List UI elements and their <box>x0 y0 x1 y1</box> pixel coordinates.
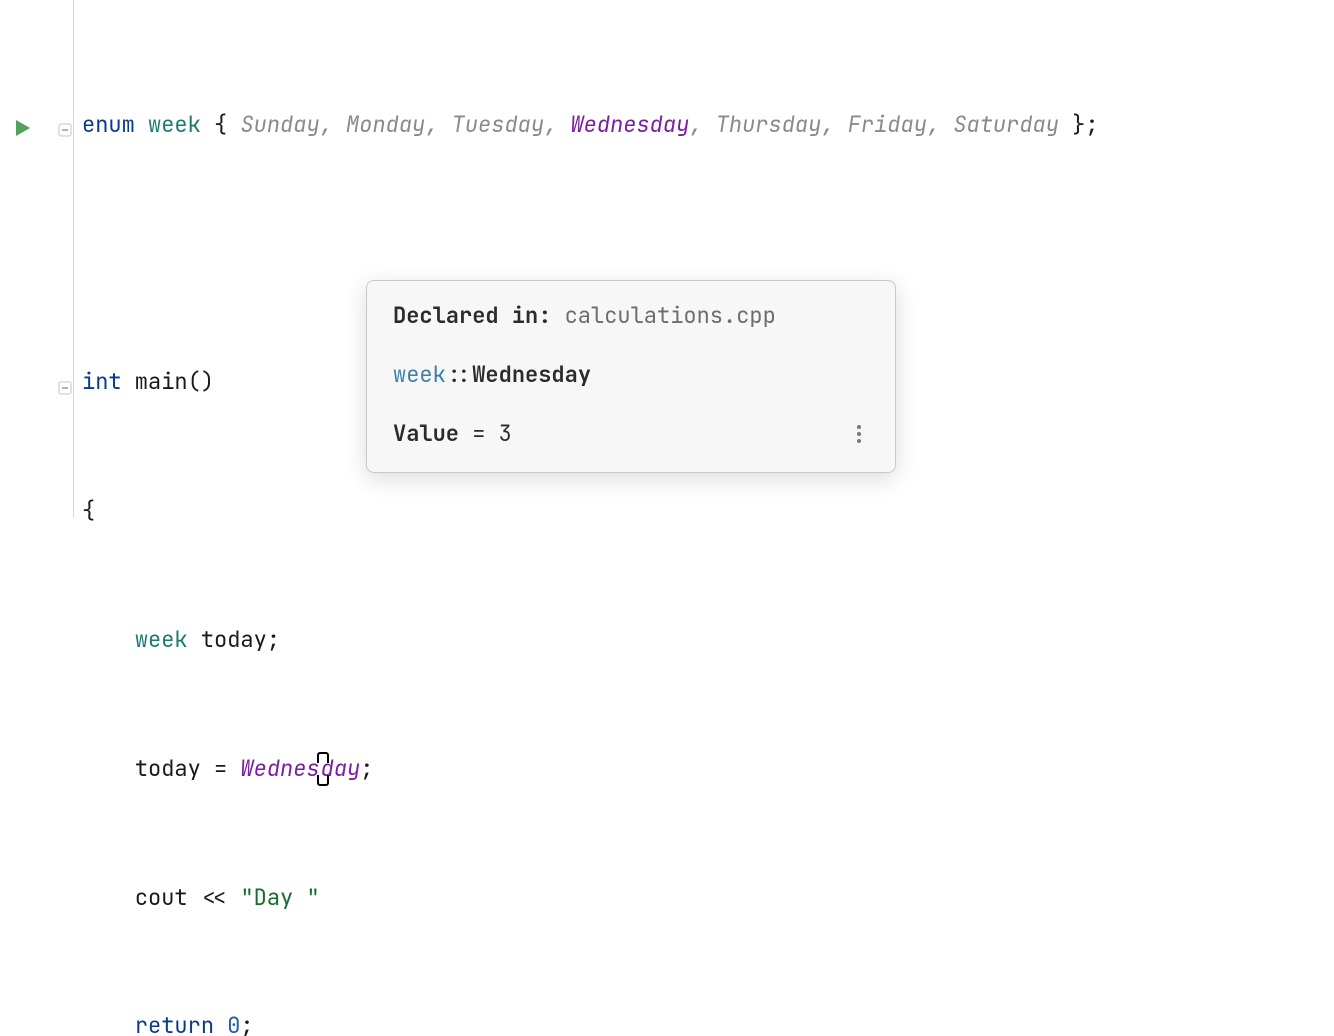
enum-value-ref: Wednes <box>240 748 319 791</box>
run-gutter-icon[interactable] <box>16 120 30 136</box>
function-name: main <box>122 361 188 404</box>
code-line[interactable]: { <box>82 490 1334 533</box>
keyword-return: return <box>135 1005 214 1036</box>
brace: { <box>82 490 95 533</box>
quick-documentation-popup: Declared in: calculations.cpp week::Wedn… <box>366 280 896 473</box>
code-line[interactable]: cout << "Day " <box>82 876 1334 919</box>
tooltip-enum-member: Wednesday <box>472 360 591 389</box>
number-literal: 0 <box>227 1005 240 1036</box>
keyword-enum: enum <box>82 104 135 147</box>
text-caret <box>320 756 321 782</box>
enum-member: Sunday <box>240 104 319 147</box>
enum-member: Thursday <box>716 104 822 147</box>
keyword-int: int <box>82 361 122 404</box>
type-name: week <box>148 104 201 147</box>
fold-toggle-icon[interactable] <box>58 381 72 395</box>
string-literal: "Day " <box>240 877 319 920</box>
tooltip-declared-in-label: Declared in: <box>393 301 551 330</box>
enum-member: Saturday <box>953 104 1059 147</box>
enum-member: Tuesday <box>452 104 544 147</box>
more-options-icon[interactable] <box>849 423 869 445</box>
brace: }; <box>1059 104 1099 147</box>
tooltip-value-number: 3 <box>499 419 512 448</box>
code-line-blank[interactable] <box>82 233 1334 276</box>
tooltip-value-label: Value <box>393 419 459 448</box>
type-name: week <box>135 619 188 662</box>
code-line[interactable]: today = Wednesday; <box>82 748 1334 791</box>
fold-toggle-icon[interactable] <box>58 123 72 137</box>
code-editor[interactable]: enum week { Sunday, Monday, Tuesday, Wed… <box>82 18 1334 1036</box>
tooltip-enum-scope: week <box>393 360 446 389</box>
code-line[interactable]: week today; <box>82 619 1334 662</box>
tooltip-declared-file: calculations.cpp <box>565 301 776 330</box>
brace: { <box>201 104 241 147</box>
code-line[interactable]: return 0; <box>82 1005 1334 1036</box>
enum-member: Friday <box>848 104 927 147</box>
code-line[interactable]: enum week { Sunday, Monday, Tuesday, Wed… <box>82 104 1334 147</box>
enum-member-highlighted: Wednesday <box>570 104 689 147</box>
enum-member: Monday <box>346 104 425 147</box>
editor-gutter <box>0 0 74 518</box>
